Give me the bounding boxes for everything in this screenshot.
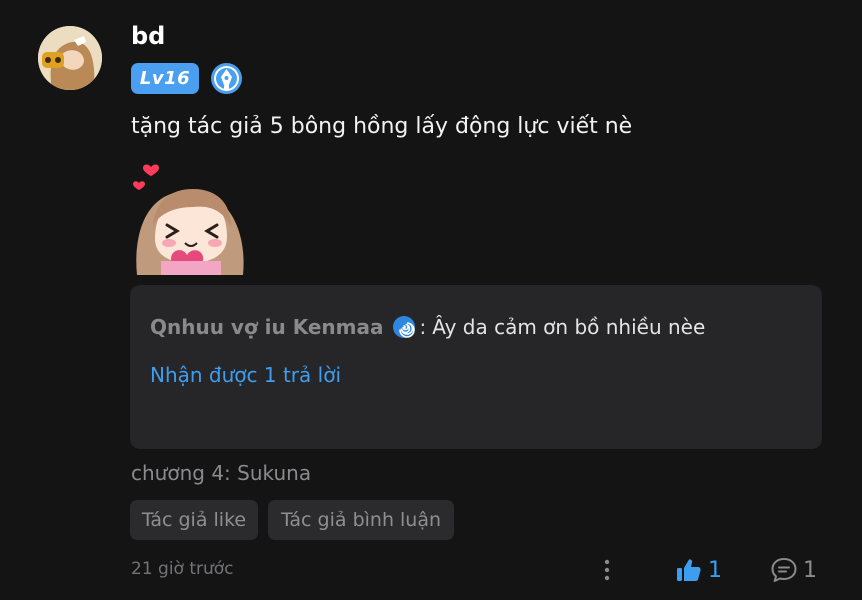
level-badge: Lv16 bbox=[131, 63, 199, 94]
reply-text: Ây da cảm ơn bồ nhiều nèe bbox=[432, 315, 706, 339]
reply-separator: : bbox=[419, 315, 427, 339]
reply-count: 1 bbox=[803, 557, 817, 583]
reply-button[interactable]: 1 bbox=[770, 554, 817, 586]
reply-preview[interactable]: Qnhuu vợ iu Kenmaa : Ây da cảm ơn bồ nhi… bbox=[130, 285, 822, 449]
like-button[interactable]: 1 bbox=[676, 554, 722, 586]
like-count: 1 bbox=[708, 557, 722, 583]
sticker bbox=[131, 155, 251, 275]
comment-text: tặng tác giả 5 bông hồng lấy động lực vi… bbox=[131, 114, 633, 139]
author-reply-tag: Tác giả bình luận bbox=[268, 500, 454, 540]
author-like-tag: Tác giả like bbox=[130, 500, 258, 540]
avatar[interactable] bbox=[38, 26, 102, 90]
more-icon[interactable] bbox=[597, 557, 617, 583]
username[interactable]: bd bbox=[131, 22, 165, 50]
chapter-label[interactable]: chương 4: Sukuna bbox=[131, 461, 311, 485]
reply-author[interactable]: Qnhuu vợ iu Kenmaa bbox=[150, 315, 384, 339]
comment-icon bbox=[770, 556, 798, 584]
spiral-icon bbox=[392, 315, 416, 339]
view-replies-link[interactable]: Nhận được 1 trả lời bbox=[150, 363, 341, 387]
pen-badge-icon bbox=[210, 62, 243, 95]
timestamp: 21 giờ trước bbox=[131, 559, 234, 579]
thumbs-up-icon bbox=[676, 557, 702, 583]
reply-line: Qnhuu vợ iu Kenmaa : Ây da cảm ơn bồ nhi… bbox=[150, 315, 705, 339]
